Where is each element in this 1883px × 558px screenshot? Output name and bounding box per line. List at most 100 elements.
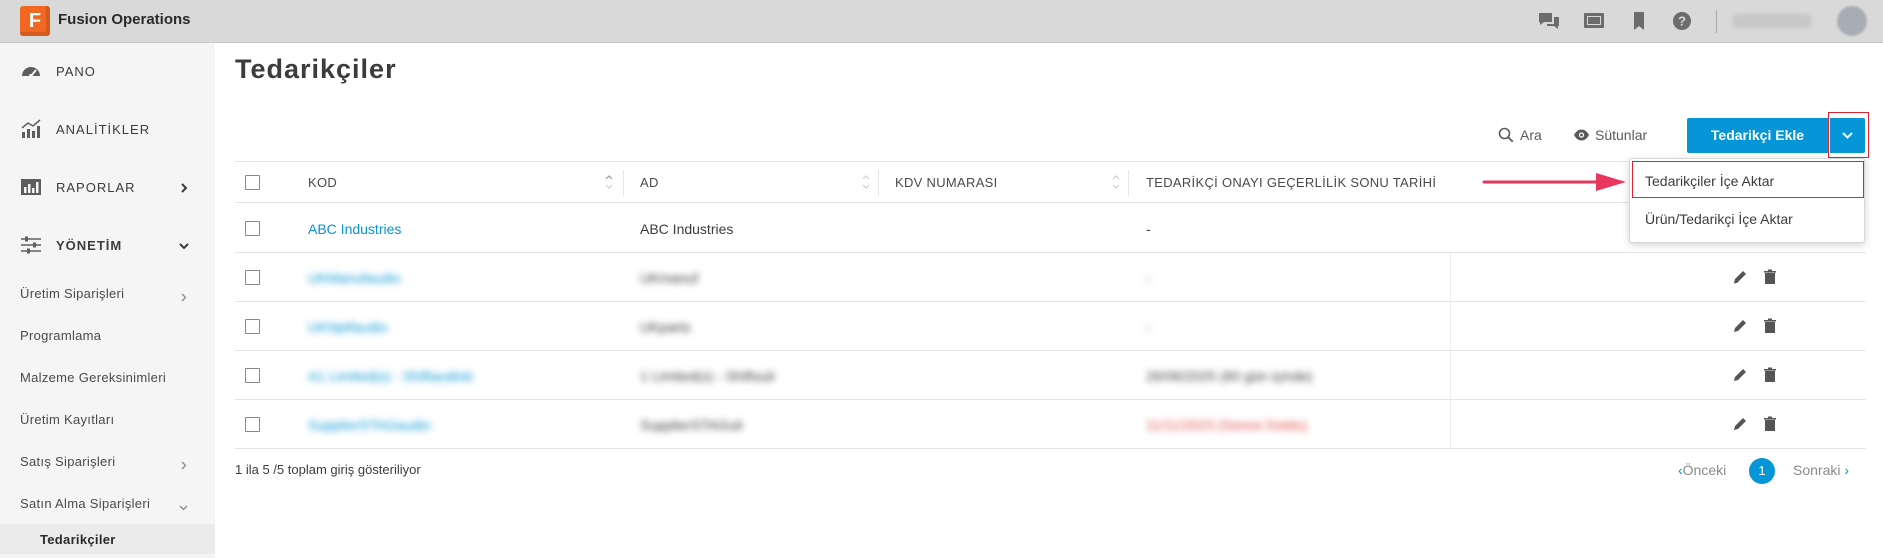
search-button[interactable]: Ara [1498, 126, 1544, 146]
previous-label: Önceki [1682, 462, 1727, 478]
sort-icon[interactable] [605, 173, 613, 191]
column-separator [1450, 253, 1451, 302]
bookmark-icon[interactable] [1628, 11, 1650, 31]
edit-icon[interactable] [1731, 268, 1749, 286]
app-logo[interactable]: F [20, 6, 50, 36]
supplier-name: UKparts [640, 319, 691, 335]
supplier-code-link[interactable]: A1 Limited(s) - Shiftaudiob [308, 368, 473, 384]
row-checkbox[interactable] [245, 368, 260, 383]
next-label: Sonraki [1793, 462, 1841, 478]
sort-icon[interactable] [1112, 173, 1120, 191]
supplier-code-link[interactable]: SupplierSTAGaudio [308, 417, 431, 433]
sidebar-item-label: Satın Alma Siparişleri [20, 496, 151, 511]
top-bar: F Fusion Operations ? [0, 0, 1883, 43]
highlight-box [1632, 161, 1864, 198]
annotation-arrow-icon [1482, 173, 1626, 191]
row-checkbox[interactable] [245, 270, 260, 285]
sidebar-item-raporlar[interactable]: RAPORLAR [0, 167, 215, 207]
table-row[interactable]: UKManufaudio UKmanuf - [235, 253, 1866, 302]
page-number-button[interactable]: 1 [1749, 458, 1775, 484]
menu-item-label: Ürün/Tedarikçi İçe Aktar [1645, 211, 1793, 227]
sidebar-item-programlama[interactable]: Programlama [0, 320, 215, 350]
supplier-expiry: - [1146, 221, 1151, 237]
app-title: Fusion Operations [58, 11, 191, 28]
help-icon[interactable]: ? [1671, 11, 1693, 31]
column-header-kod[interactable]: KOD [308, 175, 337, 190]
svg-text:?: ? [1678, 14, 1686, 29]
edit-icon[interactable] [1731, 415, 1749, 433]
sidebar-item-label: Malzeme Gereksinimleri [20, 370, 167, 385]
column-header-onay-tarihi[interactable]: TEDARİKÇİ ONAYI GEÇERLİLİK SONU TARİHİ [1146, 175, 1436, 190]
edit-icon[interactable] [1731, 317, 1749, 335]
sidebar-item-uretim-kayitlari[interactable]: Üretim Kayıtları [0, 404, 215, 434]
sidebar-item-yonetim[interactable]: YÖNETİM [0, 225, 215, 265]
supplier-expiry: 26/06/2025 (60 gün içinde) [1146, 368, 1313, 384]
eye-icon [1574, 129, 1589, 141]
previous-page-button[interactable]: ‹Önceki [1678, 462, 1726, 478]
chevron-down-icon [178, 239, 190, 251]
delete-icon[interactable] [1761, 317, 1779, 335]
sidebar-item-label: Programlama [20, 328, 102, 343]
analytics-icon [20, 119, 42, 139]
sidebar-item-uretim-siparisleri[interactable]: Üretim Siparişleri [0, 278, 215, 308]
columns-button[interactable]: Sütunlar [1573, 126, 1658, 146]
column-separator [878, 170, 879, 196]
avatar[interactable] [1837, 6, 1867, 36]
column-separator [1450, 400, 1451, 449]
page-title: Tedarikçiler [235, 54, 397, 84]
select-all-checkbox[interactable] [245, 175, 260, 190]
column-separator [1450, 351, 1451, 400]
add-supplier-button[interactable]: Tedarikçi Ekle [1687, 118, 1828, 153]
row-checkbox[interactable] [245, 221, 260, 236]
sidebar-item-label: Tedarikçiler [40, 532, 116, 547]
chevron-down-icon [179, 499, 188, 511]
sidebar-item-label: Üretim Siparişleri [20, 286, 125, 301]
pagination-info: 1 ila 5 /5 toplam giriş gösteriliyor [235, 462, 421, 477]
search-icon [1498, 127, 1514, 143]
table-row[interactable]: ABC Industries ABC Industries - [235, 204, 1866, 253]
table-row[interactable]: UKNptfaudio UKparts - [235, 302, 1866, 351]
table-row[interactable]: SupplierSTAGaudio SupplierSTAGuli 11/11/… [235, 400, 1866, 449]
highlight-box [1828, 112, 1869, 158]
next-page-button[interactable]: Sonraki › [1793, 462, 1849, 478]
delete-icon[interactable] [1761, 415, 1779, 433]
search-label: Ara [1520, 127, 1542, 143]
supplier-code-link[interactable]: UKManufaudio [308, 270, 401, 286]
display-icon[interactable] [1583, 11, 1605, 31]
topbar-divider [1716, 10, 1717, 33]
supplier-expiry-expired: 11/11/2023 (Süresi Doldu) [1146, 417, 1308, 433]
menu-item-import-product-suppliers[interactable]: Ürün/Tedarikçi İçe Aktar [1630, 201, 1866, 237]
sidebar-item-label: RAPORLAR [56, 180, 136, 195]
sidebar-item-tedarikciler[interactable]: Tedarikçiler [0, 524, 215, 554]
sidebar-item-label: Satış Siparişleri [20, 454, 116, 469]
edit-icon[interactable] [1731, 366, 1749, 384]
row-checkbox[interactable] [245, 319, 260, 334]
sidebar-item-analitikler[interactable]: ANALİTİKLER [0, 109, 215, 149]
columns-label: Sütunlar [1595, 127, 1648, 143]
sidebar-item-satin-alma-siparisleri[interactable]: Satın Alma Siparişleri [0, 488, 215, 518]
sort-icon[interactable] [862, 173, 870, 191]
user-name-blurred[interactable] [1733, 14, 1811, 28]
reports-icon [20, 177, 42, 197]
column-header-ad[interactable]: AD [640, 175, 659, 190]
chat-icon[interactable] [1538, 11, 1560, 31]
dashboard-icon [20, 61, 42, 81]
supplier-name: UKmanuf [640, 270, 699, 286]
sidebar-item-label: YÖNETİM [56, 238, 123, 253]
column-separator [1128, 170, 1129, 196]
supplier-code-link[interactable]: UKNptfaudio [308, 319, 387, 335]
supplier-code-link[interactable]: ABC Industries [308, 221, 401, 237]
supplier-name: SupplierSTAGuli [640, 417, 743, 433]
column-header-kdv[interactable]: KDV NUMARASI [895, 175, 998, 190]
row-checkbox[interactable] [245, 417, 260, 432]
delete-icon[interactable] [1761, 268, 1779, 286]
sidebar-item-label: Üretim Kayıtları [20, 412, 115, 427]
delete-icon[interactable] [1761, 366, 1779, 384]
sidebar-item-pano[interactable]: PANO [0, 51, 215, 91]
supplier-expiry: - [1146, 319, 1151, 335]
sidebar-item-label: ANALİTİKLER [56, 122, 151, 137]
sidebar-item-satis-siparisleri[interactable]: Satış Siparişleri [0, 446, 215, 476]
sidebar: PANO ANALİTİKLER RAPORLAR YÖNETİM Üretim… [0, 43, 215, 558]
table-row[interactable]: A1 Limited(s) - Shiftaudiob 1 Limited(s)… [235, 351, 1866, 400]
sidebar-item-malzeme-gereksinimleri[interactable]: Malzeme Gereksinimleri [0, 362, 215, 392]
